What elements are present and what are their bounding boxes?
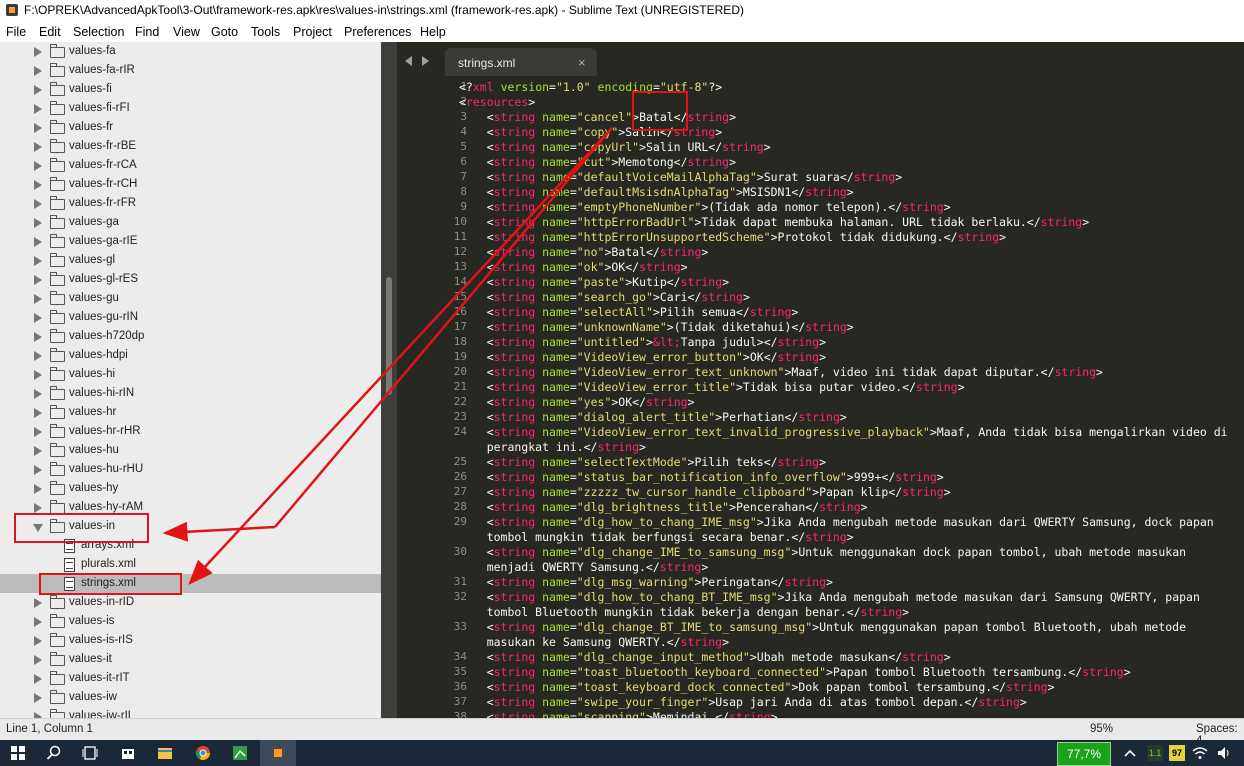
chevron-up-icon[interactable] xyxy=(1122,745,1138,761)
store-icon[interactable] xyxy=(120,745,136,761)
wifi-icon[interactable] xyxy=(1192,745,1208,761)
chrome-icon[interactable] xyxy=(195,745,211,761)
status-bar: Line 1, Column 1 95% Spaces: 4 xyxy=(0,718,1244,747)
cursor-position[interactable]: Line 1, Column 1 xyxy=(6,723,93,735)
arrow-to-values-in xyxy=(162,521,276,542)
battery-meter[interactable]: 77,7% xyxy=(1057,742,1111,766)
windows-taskbar: 77,7% 1.1 97 xyxy=(0,740,1244,766)
arrow-to-strings-xml xyxy=(188,127,613,585)
tray-app-indicator[interactable]: 1.1 xyxy=(1147,745,1163,761)
zoom-level: 95% xyxy=(1090,723,1114,735)
volume-icon[interactable] xyxy=(1216,745,1232,761)
sublime-taskbar-button[interactable] xyxy=(260,740,296,766)
arrow-line-main xyxy=(274,127,613,528)
search-icon[interactable] xyxy=(46,745,62,761)
task-view-icon[interactable] xyxy=(82,745,98,761)
chart-app-icon[interactable] xyxy=(232,745,248,761)
file-explorer-icon[interactable] xyxy=(157,745,173,761)
windows-start-icon[interactable] xyxy=(10,745,26,761)
sublime-text-icon xyxy=(271,746,285,760)
tray-counter-badge[interactable]: 97 xyxy=(1169,745,1185,761)
annotation-arrows xyxy=(162,127,613,585)
